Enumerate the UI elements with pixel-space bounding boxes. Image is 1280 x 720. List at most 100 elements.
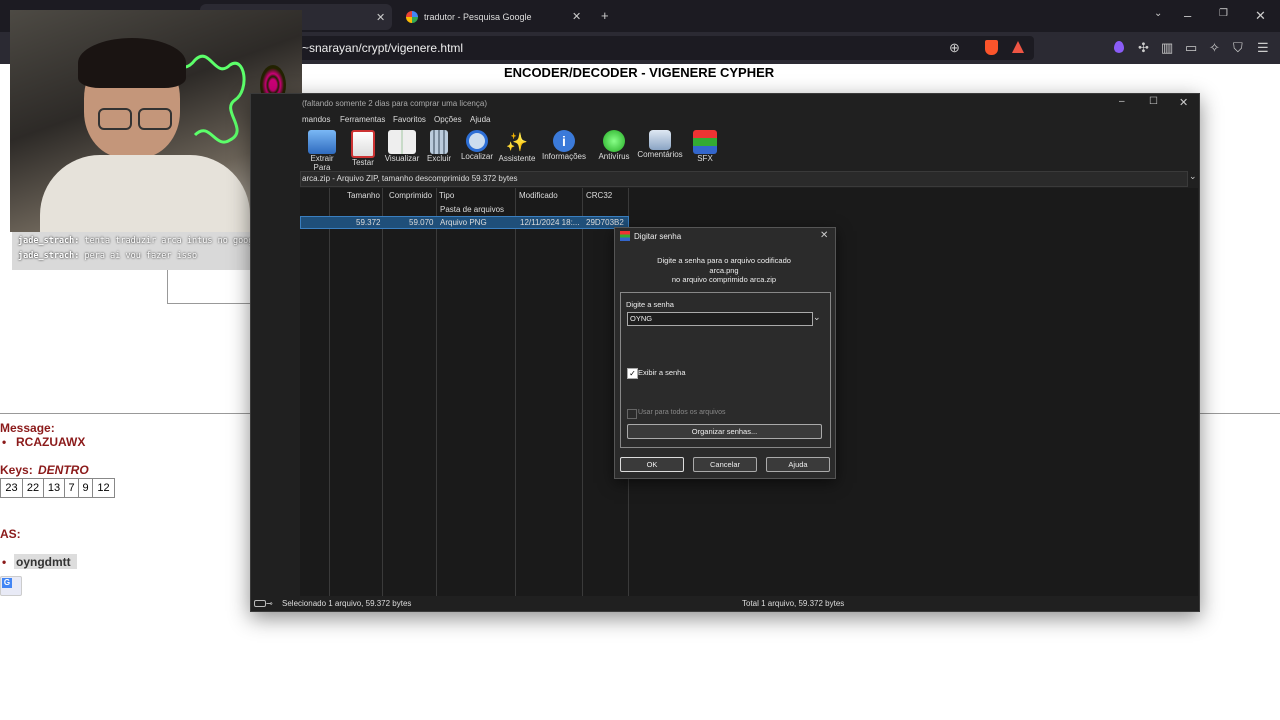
minimize-icon[interactable]: –: [1184, 8, 1191, 23]
as-value[interactable]: oyngdmtt: [16, 555, 71, 569]
sidebar-icon[interactable]: ▥: [1161, 40, 1173, 56]
delete-button[interactable]: Excluir: [425, 130, 453, 163]
menu-ajuda[interactable]: Ajuda: [470, 115, 490, 124]
trash-icon: [430, 130, 448, 154]
menu-icon[interactable]: ☰: [1257, 40, 1269, 56]
chat-message: pera ai vou fazer isso: [84, 251, 198, 261]
comment-icon: [649, 130, 671, 150]
find-button[interactable]: Localizar: [459, 130, 495, 161]
dialog-line3: no arquivo comprimido arca.zip: [671, 275, 777, 284]
view-button[interactable]: Visualizar: [383, 130, 421, 163]
chevron-down-icon[interactable]: ⌄: [1189, 171, 1197, 182]
comments-button[interactable]: Comentários: [636, 130, 684, 159]
cell-modified: 12/11/2024 18:...: [520, 218, 580, 227]
tab-close-icon[interactable]: ✕: [572, 10, 581, 23]
key-icon[interactable]: ⊸: [266, 599, 273, 608]
folder-row[interactable]: Pasta de arquivos: [440, 205, 504, 214]
dialog-line2: arca.png: [709, 266, 739, 275]
as-label: AS:: [0, 527, 21, 541]
bullet: •: [2, 555, 7, 569]
magic-wand-icon: ✨: [505, 132, 529, 152]
shirt: [40, 155, 250, 232]
cell-size: 59.372: [356, 218, 381, 227]
wizard-button[interactable]: ✨ Assistente: [498, 130, 536, 163]
menu-favoritos[interactable]: Favoritos: [393, 115, 426, 124]
menu-ferramentas[interactable]: Ferramentas: [340, 115, 385, 124]
wallet-drop-icon[interactable]: [1114, 41, 1124, 53]
help-button[interactable]: Ajuda: [766, 457, 830, 472]
status-right: Total 1 arquivo, 59.372 bytes: [742, 599, 845, 608]
use-all-checkbox[interactable]: [627, 409, 637, 419]
new-tab-icon[interactable]: +: [601, 8, 609, 23]
extract-button[interactable]: Extrair Para: [302, 130, 342, 172]
brave-rewards-icon[interactable]: [1012, 41, 1024, 53]
use-all-label: Usar para todos os arquivos: [638, 409, 726, 416]
close-window-icon[interactable]: ✕: [1255, 8, 1266, 24]
bullet: •: [2, 435, 7, 449]
password-label: Digite a senha: [626, 300, 674, 309]
show-password-label: Exibir a senha: [638, 368, 686, 377]
column-header-modified[interactable]: Modificado: [519, 191, 558, 200]
zoom-icon[interactable]: ⊕: [949, 40, 960, 56]
drive-icon[interactable]: [254, 600, 266, 607]
keys-word: DENTRO: [38, 463, 89, 477]
info-button[interactable]: i Informações: [541, 130, 587, 161]
brave-shield-icon[interactable]: [985, 40, 998, 55]
antivirus-icon: [603, 130, 625, 152]
close-icon[interactable]: ✕: [820, 230, 828, 241]
key-cell: 7: [64, 478, 79, 498]
column-header-crc[interactable]: CRC32: [586, 191, 612, 200]
column-header-type[interactable]: Tipo: [439, 191, 454, 200]
status-left: Selecionado 1 arquivo, 59.372 bytes: [282, 599, 412, 608]
ok-button[interactable]: OK: [620, 457, 684, 472]
key-cell: 22: [22, 478, 44, 498]
tab-title: tradutor - Pesquisa Google: [424, 12, 532, 22]
test-button[interactable]: Testar: [348, 130, 378, 167]
close-icon[interactable]: ✕: [1179, 96, 1188, 109]
leo-ai-icon[interactable]: ✧: [1209, 40, 1220, 56]
show-password-checkbox[interactable]: ✓: [627, 368, 638, 379]
text-area-fragment[interactable]: [167, 270, 251, 304]
tab-close-icon[interactable]: ✕: [376, 11, 385, 24]
chevron-down-icon[interactable]: ⌄: [1154, 8, 1162, 19]
column-header-size[interactable]: Tamanho: [347, 191, 380, 200]
message-label: Message:: [0, 421, 55, 435]
page-title: ENCODER/DECODER - VIGENERE CYPHER: [504, 65, 775, 80]
antivirus-button[interactable]: Antivírus: [596, 130, 632, 161]
cell-packed: 59.070: [409, 218, 434, 227]
translate-icon[interactable]: G: [0, 576, 22, 596]
restore-icon[interactable]: ❐: [1219, 8, 1228, 19]
chevron-down-icon[interactable]: ⌄: [813, 312, 821, 323]
minimize-icon[interactable]: –: [1119, 96, 1125, 107]
key-cell: 12: [92, 478, 115, 498]
maximize-icon[interactable]: ☐: [1149, 96, 1158, 107]
message-value: RCAZUAWX: [16, 435, 86, 449]
winrar-icon: [620, 231, 630, 241]
sfx-icon: [693, 130, 717, 154]
password-value: OYNG: [630, 314, 653, 323]
folder-icon: [308, 130, 336, 154]
url-text[interactable]: ~snarayan/crypt/vigenere.html: [302, 41, 463, 55]
password-input[interactable]: [627, 312, 813, 326]
chat-user: jade_strach:: [18, 236, 80, 246]
vpn-icon[interactable]: ⛉: [1233, 40, 1243, 56]
extensions-icon[interactable]: ✣: [1138, 40, 1149, 56]
column-divider: [515, 188, 516, 596]
column-divider: [329, 188, 330, 596]
cancel-button[interactable]: Cancelar: [693, 457, 757, 472]
sfx-button[interactable]: SFX: [692, 130, 718, 163]
column-header-packed[interactable]: Comprimido: [389, 191, 432, 200]
tab-google[interactable]: tradutor - Pesquisa Google ✕: [396, 4, 588, 30]
menu-opcoes[interactable]: Opções: [434, 115, 462, 124]
organize-passwords-button[interactable]: Organizar senhas...: [627, 424, 822, 439]
dialog-line1: Digite a senha para o arquivo codificado: [657, 256, 791, 265]
key-cell: 9: [78, 478, 93, 498]
cell-type: Arquivo PNG: [440, 218, 487, 227]
wallet-icon[interactable]: ▭: [1185, 40, 1197, 56]
column-divider: [582, 188, 583, 596]
menu-comandos[interactable]: mandos: [302, 115, 330, 124]
cell-crc: 29D703B2: [586, 218, 624, 227]
chat-user: jade_strach:: [18, 251, 80, 261]
chat-message: tenta traduzir arca intus no google _: [84, 236, 274, 246]
column-divider: [382, 188, 383, 596]
